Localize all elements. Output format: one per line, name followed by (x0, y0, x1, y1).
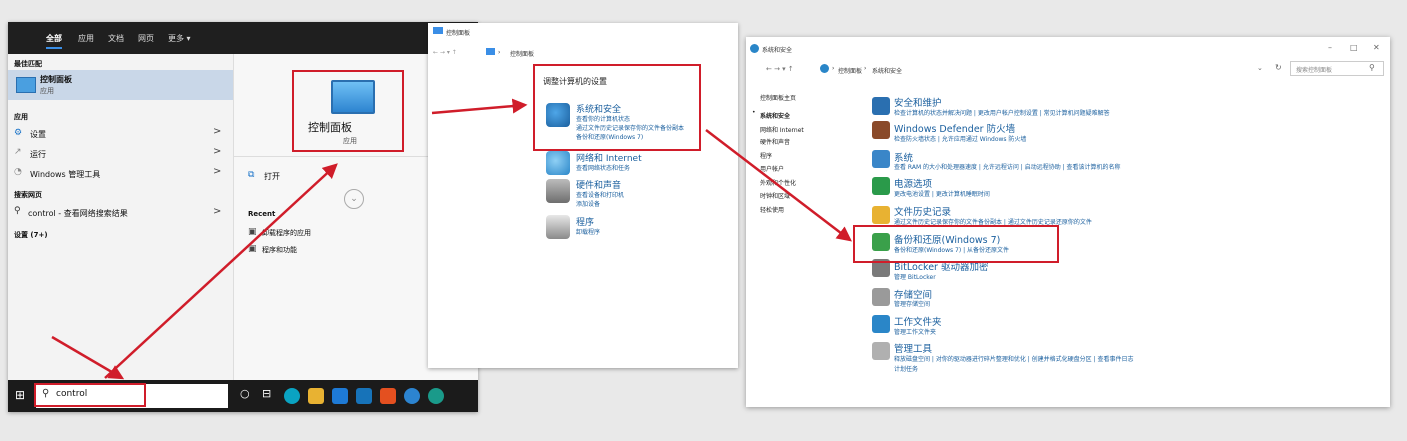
arrow-to-backup (705, 129, 852, 242)
annotation-arrows (51, 98, 852, 380)
arrow-to-preview (104, 163, 338, 379)
arrow-to-control-panel (431, 98, 528, 115)
